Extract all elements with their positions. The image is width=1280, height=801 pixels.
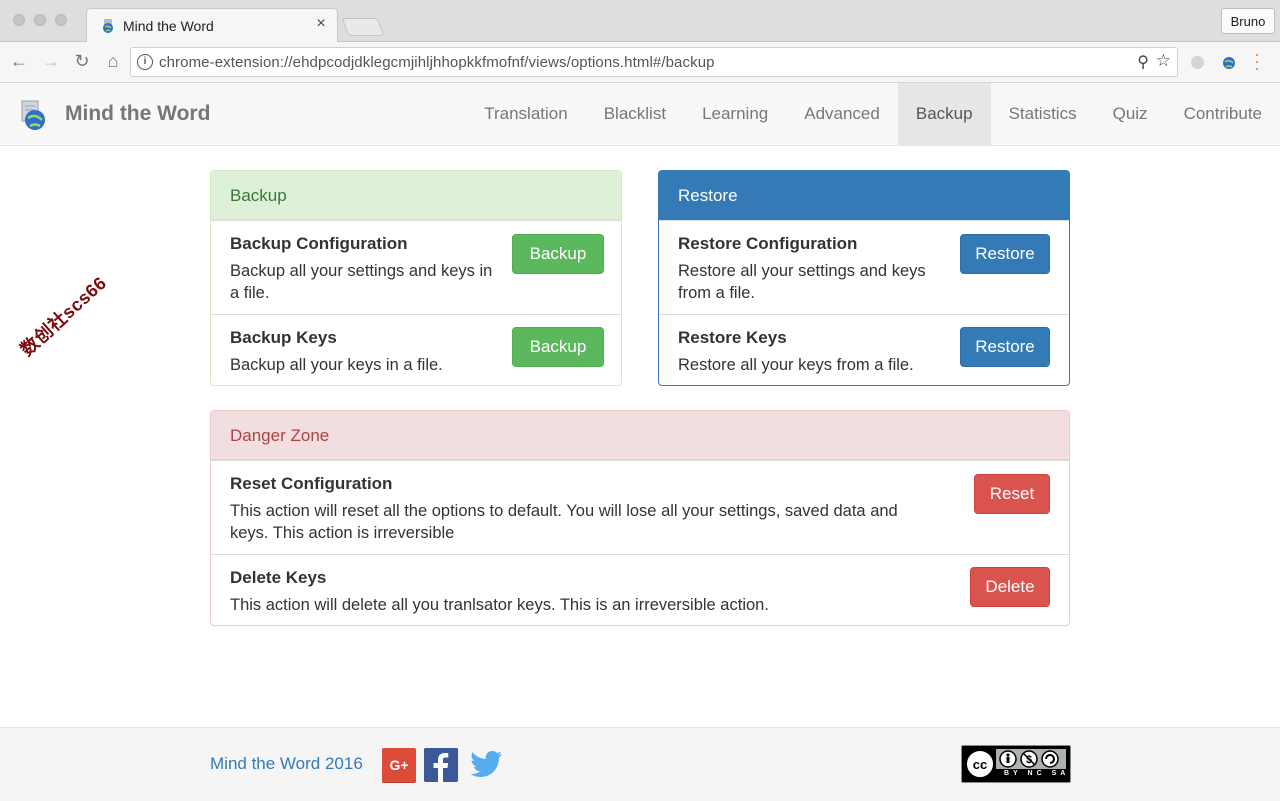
restore-keys-button[interactable]: Restore: [960, 327, 1050, 367]
row-title: Backup Configuration: [230, 234, 408, 253]
nav-contribute[interactable]: Contribute: [1166, 83, 1280, 145]
backup-keys-row: Backup Keys Backup all your keys in a fi…: [211, 314, 621, 385]
nav-quiz[interactable]: Quiz: [1095, 83, 1166, 145]
restore-panel-heading: Restore: [659, 171, 1069, 220]
row-description: Backup all your keys in a file.: [230, 356, 443, 374]
svg-text:cc: cc: [973, 757, 987, 772]
tab-title: Mind the Word: [123, 18, 214, 34]
restore-keys-row: Restore Keys Restore all your keys from …: [659, 314, 1069, 385]
row-description-line: This action will reset all the options t…: [230, 502, 898, 520]
browser-tabstrip: Mind the Word × Bruno: [0, 0, 1280, 42]
delete-keys-button[interactable]: Delete: [970, 567, 1050, 607]
row-title: Backup Keys: [230, 328, 337, 347]
nav-advanced[interactable]: Advanced: [786, 83, 898, 145]
restore-configuration-button[interactable]: Restore: [960, 234, 1050, 274]
backup-keys-button[interactable]: Backup: [512, 327, 604, 367]
main-nav: Translation Blacklist Learning Advanced …: [466, 83, 1280, 145]
row-description-line: keys. This action is irreversible: [230, 524, 455, 542]
footer: Mind the Word 2016 G+ cc $ BY NC SA: [0, 727, 1280, 801]
danger-zone-heading: Danger Zone: [211, 411, 1069, 460]
backup-configuration-row: Backup Configuration Backup all your set…: [211, 220, 621, 314]
bookmark-star-icon[interactable]: ☆: [1156, 51, 1171, 71]
row-title: Reset Configuration: [230, 474, 393, 493]
mind-the-word-extension-icon[interactable]: [1221, 54, 1237, 70]
brand-title[interactable]: Mind the Word: [65, 102, 210, 126]
nav-statistics[interactable]: Statistics: [991, 83, 1095, 145]
nav-translation[interactable]: Translation: [466, 83, 585, 145]
danger-zone-panel: Danger Zone Reset Configuration This act…: [210, 410, 1070, 626]
license-text: BY NC SA: [1004, 770, 1070, 777]
footer-copyright-link[interactable]: Mind the Word 2016: [210, 754, 363, 774]
restore-panel: Restore Restore Configuration Restore al…: [658, 170, 1070, 386]
mind-the-word-logo-icon[interactable]: [18, 99, 50, 131]
window-close-control[interactable]: [13, 14, 25, 26]
backup-panel-heading: Backup: [211, 171, 621, 220]
extension-icon[interactable]: [1191, 56, 1204, 69]
row-title: Restore Keys: [678, 328, 787, 347]
nav-blacklist[interactable]: Blacklist: [586, 83, 684, 145]
restore-configuration-row: Restore Configuration Restore all your s…: [659, 220, 1069, 314]
row-description-line: a file.: [230, 284, 270, 302]
browser-tab-active[interactable]: Mind the Word ×: [86, 8, 338, 42]
profile-button[interactable]: Bruno: [1221, 8, 1275, 34]
reset-configuration-row: Reset Configuration This action will res…: [211, 460, 1069, 554]
home-icon[interactable]: ⌂: [102, 50, 124, 72]
browser-toolbar: ← → ↻ ⌂ i chrome-extension://ehdpcodjdkl…: [0, 42, 1280, 83]
info-icon[interactable]: i: [137, 54, 153, 70]
watermark-text: 数创社scs66: [16, 272, 111, 360]
row-description: Backup all your settings and keys in a f…: [230, 260, 492, 304]
zoom-icon[interactable]: ⚲: [1137, 52, 1149, 72]
row-description-line: from a file.: [678, 284, 756, 302]
forward-arrow-icon[interactable]: →: [40, 50, 62, 72]
globe-icon: [103, 19, 113, 33]
backup-configuration-button[interactable]: Backup: [512, 234, 604, 274]
browser-menu-icon[interactable]: · · ·: [1252, 45, 1262, 77]
google-plus-icon[interactable]: G+: [382, 748, 416, 782]
row-description: Restore all your keys from a file.: [678, 356, 914, 374]
backup-panel: Backup Backup Configuration Backup all y…: [210, 170, 622, 386]
creative-commons-license-badge[interactable]: cc $ BY NC SA: [961, 745, 1071, 783]
row-description-line: Backup all your settings and keys in: [230, 262, 493, 280]
reset-button[interactable]: Reset: [974, 474, 1050, 514]
window-zoom-control[interactable]: [55, 14, 67, 26]
row-description: This action will reset all the options t…: [230, 500, 898, 544]
row-description: This action will delete all you tranlsat…: [230, 596, 769, 614]
back-arrow-icon[interactable]: ←: [8, 50, 30, 72]
new-tab-button[interactable]: [341, 18, 385, 36]
window-minimize-control[interactable]: [34, 14, 46, 26]
nav-learning[interactable]: Learning: [684, 83, 786, 145]
address-url[interactable]: chrome-extension://ehdpcodjdklegcmjihljh…: [159, 54, 715, 71]
row-description-line: Restore all your settings and keys: [678, 262, 926, 280]
delete-keys-row: Delete Keys This action will delete all …: [211, 554, 1069, 625]
nav-backup[interactable]: Backup: [897, 83, 991, 145]
row-title: Delete Keys: [230, 568, 327, 587]
tab-close-icon[interactable]: ×: [313, 15, 329, 33]
app-navbar: Mind the Word Translation Blacklist Lear…: [0, 83, 1280, 146]
row-description: Restore all your settings and keys from …: [678, 260, 926, 304]
reload-icon[interactable]: ↻: [71, 50, 93, 72]
twitter-icon[interactable]: [469, 750, 503, 780]
row-title: Restore Configuration: [678, 234, 858, 253]
address-bar[interactable]: i chrome-extension://ehdpcodjdklegcmjihl…: [130, 47, 1178, 77]
facebook-icon[interactable]: [424, 748, 458, 782]
